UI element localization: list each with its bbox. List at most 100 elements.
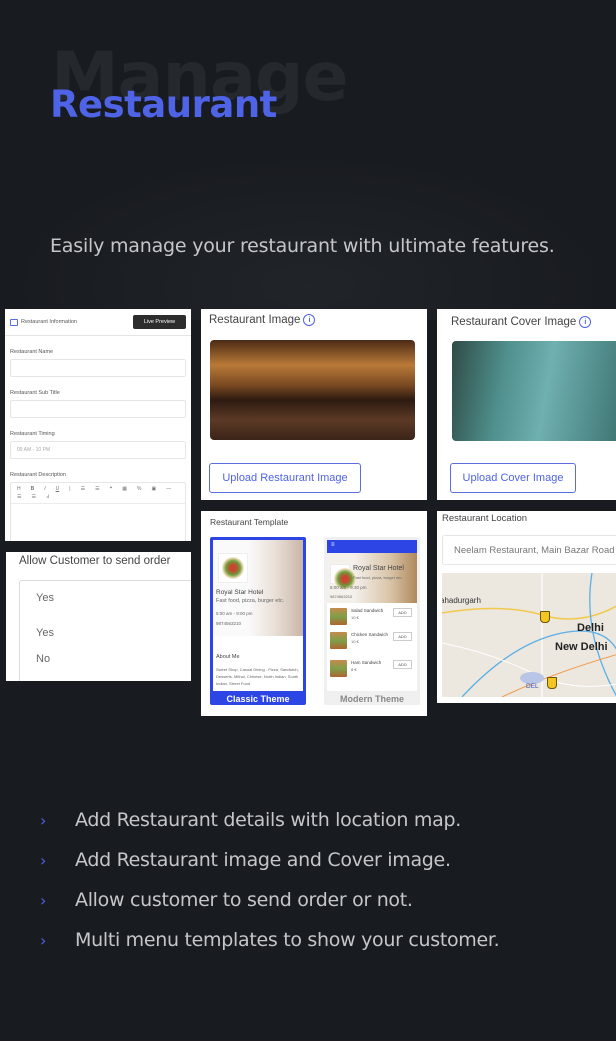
restaurant-image-title: Restaurant Image [209,314,301,326]
menu-item-add-button[interactable]: ADD [393,608,412,617]
allow-order-card: Allow Customer to send order Yes Yes No [6,552,191,681]
theme-option-classic[interactable]: Royal Star Hotel Fast food, pizza, burge… [210,537,306,705]
clear-format-icon[interactable]: Ⅎ [46,494,49,500]
chevron-right-icon: › [40,810,47,830]
unordered-list-icon[interactable]: ☰ [95,486,99,492]
menu-item-name: Salad Sandwich [351,608,384,613]
allow-order-option-yes[interactable]: Yes [36,627,54,639]
restaurant-info-label: Restaurant Information [21,319,77,325]
upload-restaurant-image-button[interactable]: Upload Restaurant Image [209,463,361,493]
classic-timing: 5:00 am - 9:00 pm [216,611,253,616]
allow-order-selected-value[interactable]: Yes [36,592,54,604]
modern-hotel-name: Royal Star Hotel [353,565,404,572]
chevron-right-icon: › [40,850,47,870]
menu-item-price: 10 € [351,615,359,620]
menu-item: Chicken Sandwich 10 € ADD [330,632,414,658]
table-icon[interactable]: ▦ [122,486,127,492]
menu-item-add-button[interactable]: ADD [393,632,412,641]
classic-about-text: Sweet Shop, Casual Dining - Pizza, Sandw… [216,667,299,686]
restaurant-info-header: Restaurant Information Live Preview [5,309,191,336]
location-input[interactable]: Neelam Restaurant, Main Bazar Road [442,535,616,565]
map-label-airport: DEL [526,683,539,690]
cover-image-title-row: Restaurant Cover Image i [451,316,616,328]
upload-cover-image-button[interactable]: Upload Cover Image [450,463,576,493]
italic-icon[interactable]: I [44,486,45,492]
feature-text: Multi menu templates to show your custom… [75,929,500,951]
restaurant-image-title-row: Restaurant Image i [209,314,427,326]
bold-icon[interactable]: B [31,486,35,492]
menu-item-thumbnail [330,608,347,625]
theme-option-modern[interactable]: ≡ Royal Star Hotel Fast food, pizza, bur… [324,537,420,705]
indent-icon[interactable]: ☰ [17,494,21,500]
ordered-list-icon[interactable]: ☰ [81,486,85,492]
underline-icon[interactable]: U [56,486,60,492]
location-map[interactable]: ahadurgarh Delhi New Delhi DEL [442,573,616,697]
map-label-town: ahadurgarh [442,596,481,605]
allow-order-label: Allow Customer to send order [19,555,171,567]
classic-about-title: About Me [216,654,240,660]
page-subtitle: Easily manage your restaurant with ultim… [50,235,555,257]
horizontal-rule-icon[interactable]: — [166,486,171,492]
menu-item-name: Ham Sandwich [351,660,382,665]
dish-thumbnail [330,564,356,590]
live-preview-button[interactable]: Live Preview [132,315,186,329]
menu-item: Ham Sandwich 8 € ADD [330,660,414,686]
menu-item: Salad Sandwich 10 € ADD [330,608,414,634]
cover-image-preview [452,341,616,441]
description-editor[interactable]: H B I U | ☰ ☰ ❝ ▦ % ▣ — ☰ ☰ Ⅎ [10,482,186,541]
modern-nav-bar: ≡ [327,540,417,553]
folder-icon [10,318,18,326]
heading-icon[interactable]: H [17,486,21,492]
allow-order-option-no[interactable]: No [36,653,50,665]
modern-tagline: Fast food, pizza, burger etc. [353,575,403,580]
template-title: Restaurant Template [210,517,289,527]
link-icon[interactable]: % [137,486,141,492]
restaurant-name-input[interactable] [10,359,186,377]
feature-item: › Add Restaurant details with location m… [38,800,499,840]
menu-item-add-button[interactable]: ADD [393,660,412,669]
info-icon[interactable]: i [579,316,592,328]
classic-theme-label: Classic Theme [226,694,290,704]
quote-icon[interactable]: ❝ [110,486,113,492]
restaurant-location-card: Restaurant Location Neelam Restaurant, M… [437,511,616,703]
editor-toolbar: H B I U | ☰ ☰ ❝ ▦ % ▣ — ☰ ☰ Ⅎ [11,483,185,504]
image-icon[interactable]: ▣ [151,486,156,492]
feature-text: Add Restaurant image and Cover image. [75,849,451,871]
restaurant-image-preview [210,340,415,440]
menu-item-thumbnail [330,632,347,649]
info-icon[interactable]: i [303,314,316,326]
restaurant-name-label: Restaurant Name [10,349,54,355]
hamburger-menu-icon[interactable]: ≡ [331,542,335,548]
page-title: Restaurant [50,83,277,126]
chevron-right-icon: › [40,930,47,950]
menu-item-price: 10 € [351,639,359,644]
restaurant-timing-label: Restaurant Timing [10,431,55,437]
map-label-city: Delhi [577,622,604,634]
highway-shield-icon [540,611,550,623]
restaurant-subtitle-input[interactable] [10,400,186,418]
restaurant-timing-input[interactable]: 09 AM - 10 PM [10,441,186,459]
feature-item: › Add Restaurant image and Cover image. [38,840,499,880]
highway-shield-icon [547,677,557,689]
classic-theme-preview: Royal Star Hotel Fast food, pizza, burge… [213,540,303,691]
menu-item-thumbnail [330,660,347,677]
modern-phone: 9874563210 [330,594,353,599]
menu-item-name: Chicken Sandwich [351,632,389,637]
cover-image-card: Restaurant Cover Image i Upload Cover Im… [437,309,616,500]
restaurant-template-card: Restaurant Template Royal Star Hotel Fas… [201,511,427,716]
allow-order-select[interactable]: Yes Yes No [19,580,191,681]
cover-image-title: Restaurant Cover Image [451,316,577,328]
menu-item-price: 8 € [351,667,357,672]
classic-tagline: Fast food, pizza, burger etc. [216,598,285,604]
restaurant-description-label: Restaurant Description [10,472,66,478]
modern-timing: 5:00 am - 9:30 pm [330,585,367,590]
modern-theme-label: Modern Theme [339,694,404,704]
chevron-right-icon: › [40,890,47,910]
feature-text: Allow customer to send order or not. [75,889,413,911]
classic-phone: 9874563210 [216,621,242,626]
outdent-icon[interactable]: ☰ [31,494,35,500]
restaurant-info-card: Restaurant Information Live Preview Rest… [5,309,191,541]
feature-text: Add Restaurant details with location map… [75,809,461,831]
toolbar-divider: | [69,486,71,492]
map-roads [442,573,616,697]
